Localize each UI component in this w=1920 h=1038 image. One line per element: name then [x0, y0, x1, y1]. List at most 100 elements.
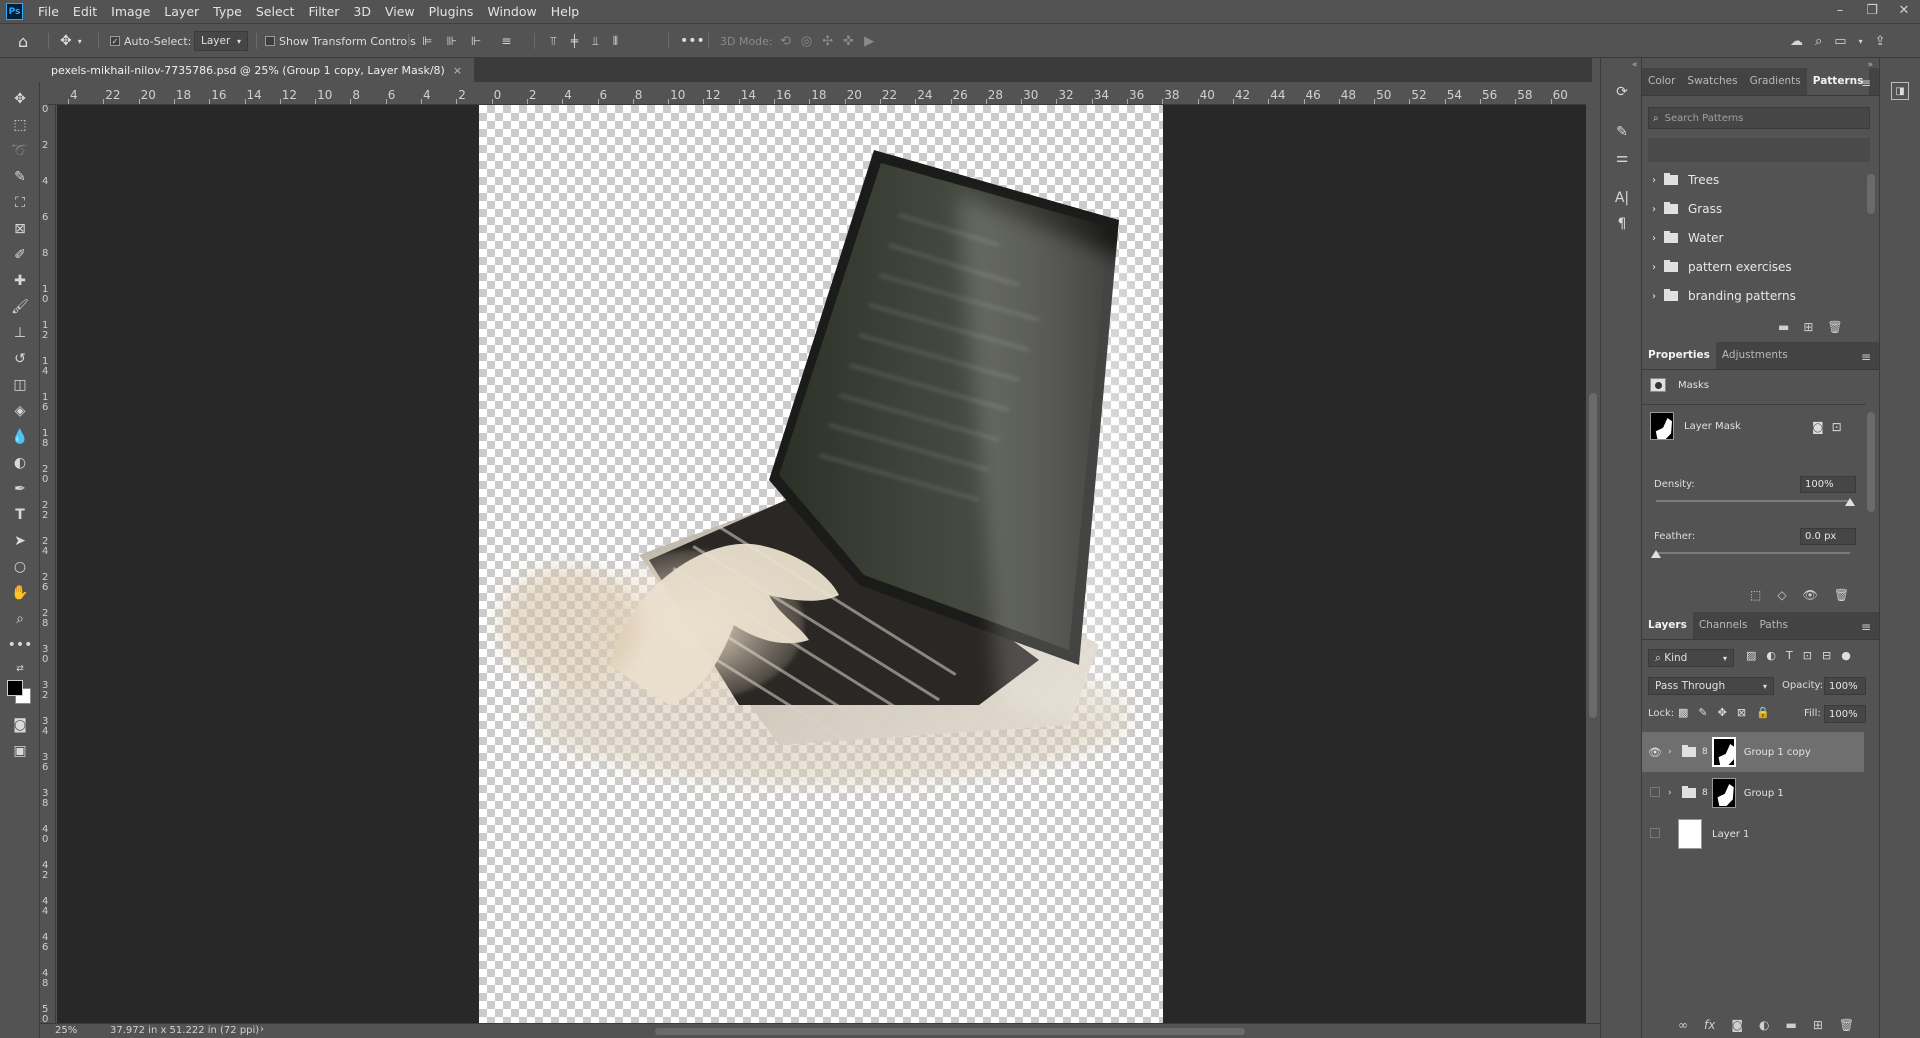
menu-image[interactable]: Image — [104, 0, 157, 24]
status-menu-arrow[interactable]: › — [260, 1024, 264, 1035]
panel-menu-icon[interactable]: ≡ — [1861, 76, 1871, 90]
healing-brush-tool-icon[interactable]: ✚ — [8, 270, 32, 292]
tab-swatches[interactable]: Swatches — [1681, 67, 1743, 95]
density-field[interactable]: 100% — [1800, 476, 1856, 493]
show-transform-checkbox[interactable]: Show Transform Controls — [265, 24, 416, 58]
learn-panel-icon[interactable]: ◨ — [1891, 82, 1909, 100]
panel-menu-icon[interactable]: ≡ — [1861, 350, 1871, 364]
3d-roll-icon[interactable]: ◎ — [801, 34, 812, 49]
align-center-icon[interactable]: ⊪ — [446, 34, 456, 48]
blur-tool-icon[interactable]: 💧 — [8, 426, 32, 448]
lasso-tool-icon[interactable]: ➰ — [8, 140, 32, 162]
delete-icon[interactable]: 🗑 — [1839, 1018, 1854, 1032]
tab-color[interactable]: Color — [1642, 67, 1681, 95]
layer-mask-row[interactable]: Layer Mask — [1650, 412, 1741, 440]
collapse-icon[interactable]: « — [1632, 60, 1638, 70]
menu-plugins[interactable]: Plugins — [422, 0, 481, 24]
delete-icon[interactable]: 🗑 — [1827, 320, 1842, 334]
layer-mask-thumbnail[interactable] — [1711, 778, 1736, 808]
move-tool-icon[interactable]: ✥ — [8, 88, 32, 110]
3d-pan-icon[interactable]: ✣ — [822, 34, 833, 49]
more-tools-icon[interactable]: ••• — [8, 634, 33, 656]
vector-mask-icon[interactable]: ⊡ — [1832, 420, 1842, 434]
scroll-thumb[interactable] — [1589, 393, 1597, 718]
pattern-folder[interactable]: › Trees — [1652, 166, 1864, 194]
lock-pixels-icon[interactable]: ✎ — [1698, 706, 1707, 719]
vertical-scrollbar[interactable] — [1586, 88, 1600, 1023]
layer-thumbnail[interactable] — [1678, 819, 1702, 849]
delete-icon[interactable]: 🗑 — [1834, 588, 1849, 602]
new-pattern-icon[interactable]: ⊞ — [1803, 320, 1813, 334]
adjust-icon[interactable]: ⚌ — [1612, 148, 1632, 168]
visibility-toggle[interactable] — [1642, 786, 1668, 800]
fill-field[interactable]: 100% — [1824, 705, 1866, 723]
tab-layers[interactable]: Layers — [1642, 611, 1693, 639]
canvas-workspace[interactable] — [57, 105, 1586, 1023]
menu-window[interactable]: Window — [480, 0, 543, 24]
chevron-right-icon[interactable]: › — [1652, 291, 1656, 302]
lock-position-icon[interactable]: ✥ — [1718, 706, 1727, 719]
lock-artboard-icon[interactable]: ⊠ — [1737, 706, 1746, 719]
eye-icon[interactable]: 👁 — [1803, 588, 1818, 602]
menu-filter[interactable]: Filter — [301, 0, 346, 24]
properties-scroll-thumb[interactable] — [1867, 412, 1875, 512]
auto-select-checkbox[interactable]: ✓ Auto-Select: — [110, 24, 191, 58]
menu-file[interactable]: File — [31, 0, 66, 24]
density-slider[interactable] — [1656, 500, 1850, 502]
tab-adjustments[interactable]: Adjustments — [1716, 341, 1794, 369]
paragraph-icon[interactable]: ¶ — [1612, 214, 1632, 234]
filter-toggle-icon[interactable]: ● — [1841, 649, 1851, 662]
lock-all-icon[interactable]: 🔒 — [1756, 706, 1770, 719]
3d-camera-icon[interactable]: ▶ — [864, 34, 874, 49]
new-group-folder-icon[interactable]: ▬ — [1778, 320, 1789, 334]
feather-slider-knob[interactable] — [1651, 550, 1661, 558]
pattern-folder[interactable]: › pattern exercises — [1652, 253, 1864, 281]
close-tab-icon[interactable]: × — [453, 64, 462, 77]
layer-row[interactable]: Layer 1 — [1642, 814, 1864, 854]
character-icon[interactable]: A| — [1612, 188, 1632, 208]
zoom-level[interactable]: 25% — [55, 1025, 77, 1036]
blend-mode-dropdown[interactable]: Pass Through ▾ — [1648, 677, 1774, 695]
close-window-button[interactable]: ✕ — [1888, 0, 1920, 24]
visibility-toggle[interactable] — [1642, 827, 1668, 841]
path-selection-tool-icon[interactable]: ➤ — [8, 530, 32, 552]
align-middle-icon[interactable]: ╪ — [571, 34, 578, 48]
distribute-vertical-icon[interactable]: ⦀ — [613, 34, 618, 49]
type-tool-icon[interactable]: T — [8, 504, 32, 526]
add-mask-icon[interactable]: ◙ — [1731, 1018, 1743, 1032]
brush-tool-icon[interactable]: 🖌 — [8, 296, 32, 318]
marquee-tool-icon[interactable]: ⬚ — [8, 114, 32, 136]
tab-properties[interactable]: Properties — [1642, 341, 1716, 369]
screen-mode-icon[interactable]: ▣ — [8, 740, 32, 762]
layer-row[interactable]: 👁 › 8 Group 1 copy — [1642, 732, 1864, 772]
3d-slide-icon[interactable]: ✜ — [843, 34, 854, 49]
eraser-tool-icon[interactable]: ◫ — [8, 374, 32, 396]
quick-mask-icon[interactable]: ◙ — [8, 714, 32, 736]
chevron-right-icon[interactable]: › — [1652, 233, 1656, 244]
chevron-down-icon[interactable]: ▾ — [1859, 37, 1863, 46]
link-icon[interactable]: 8 — [1702, 788, 1708, 798]
link-icon[interactable]: 8 — [1702, 747, 1708, 757]
move-tool-icon[interactable]: ✥ ▾ — [60, 24, 82, 58]
layer-row[interactable]: › 8 Group 1 — [1642, 773, 1864, 813]
share-icon[interactable]: ⇪ — [1875, 34, 1886, 49]
more-options-icon[interactable]: ••• — [680, 24, 705, 58]
tab-paths[interactable]: Paths — [1753, 611, 1794, 639]
history-icon[interactable]: ⟳ — [1612, 82, 1632, 102]
feather-field[interactable]: 0.0 px — [1800, 528, 1856, 545]
chevron-right-icon[interactable]: › — [1652, 204, 1656, 215]
hand-tool-icon[interactable]: ✋ — [8, 582, 32, 604]
new-group-icon[interactable]: ▬ — [1785, 1018, 1796, 1032]
menu-help[interactable]: Help — [544, 0, 587, 24]
fx-icon[interactable]: fx — [1704, 1018, 1715, 1032]
paint-bucket-tool-icon[interactable]: ◈ — [8, 400, 32, 422]
pen-tool-icon[interactable]: ✒ — [8, 478, 32, 500]
minimize-button[interactable]: – — [1824, 0, 1856, 24]
3d-orbit-icon[interactable]: ⟲ — [780, 34, 791, 49]
panel-menu-icon[interactable]: ≡ — [1861, 620, 1871, 634]
tab-gradients[interactable]: Gradients — [1744, 67, 1807, 95]
shape-filter-icon[interactable]: ⊡ — [1803, 649, 1812, 662]
swap-colors-icon[interactable]: ⇄ — [8, 658, 32, 680]
link-layers-icon[interactable]: ∞ — [1678, 1018, 1688, 1032]
tab-channels[interactable]: Channels — [1693, 611, 1754, 639]
